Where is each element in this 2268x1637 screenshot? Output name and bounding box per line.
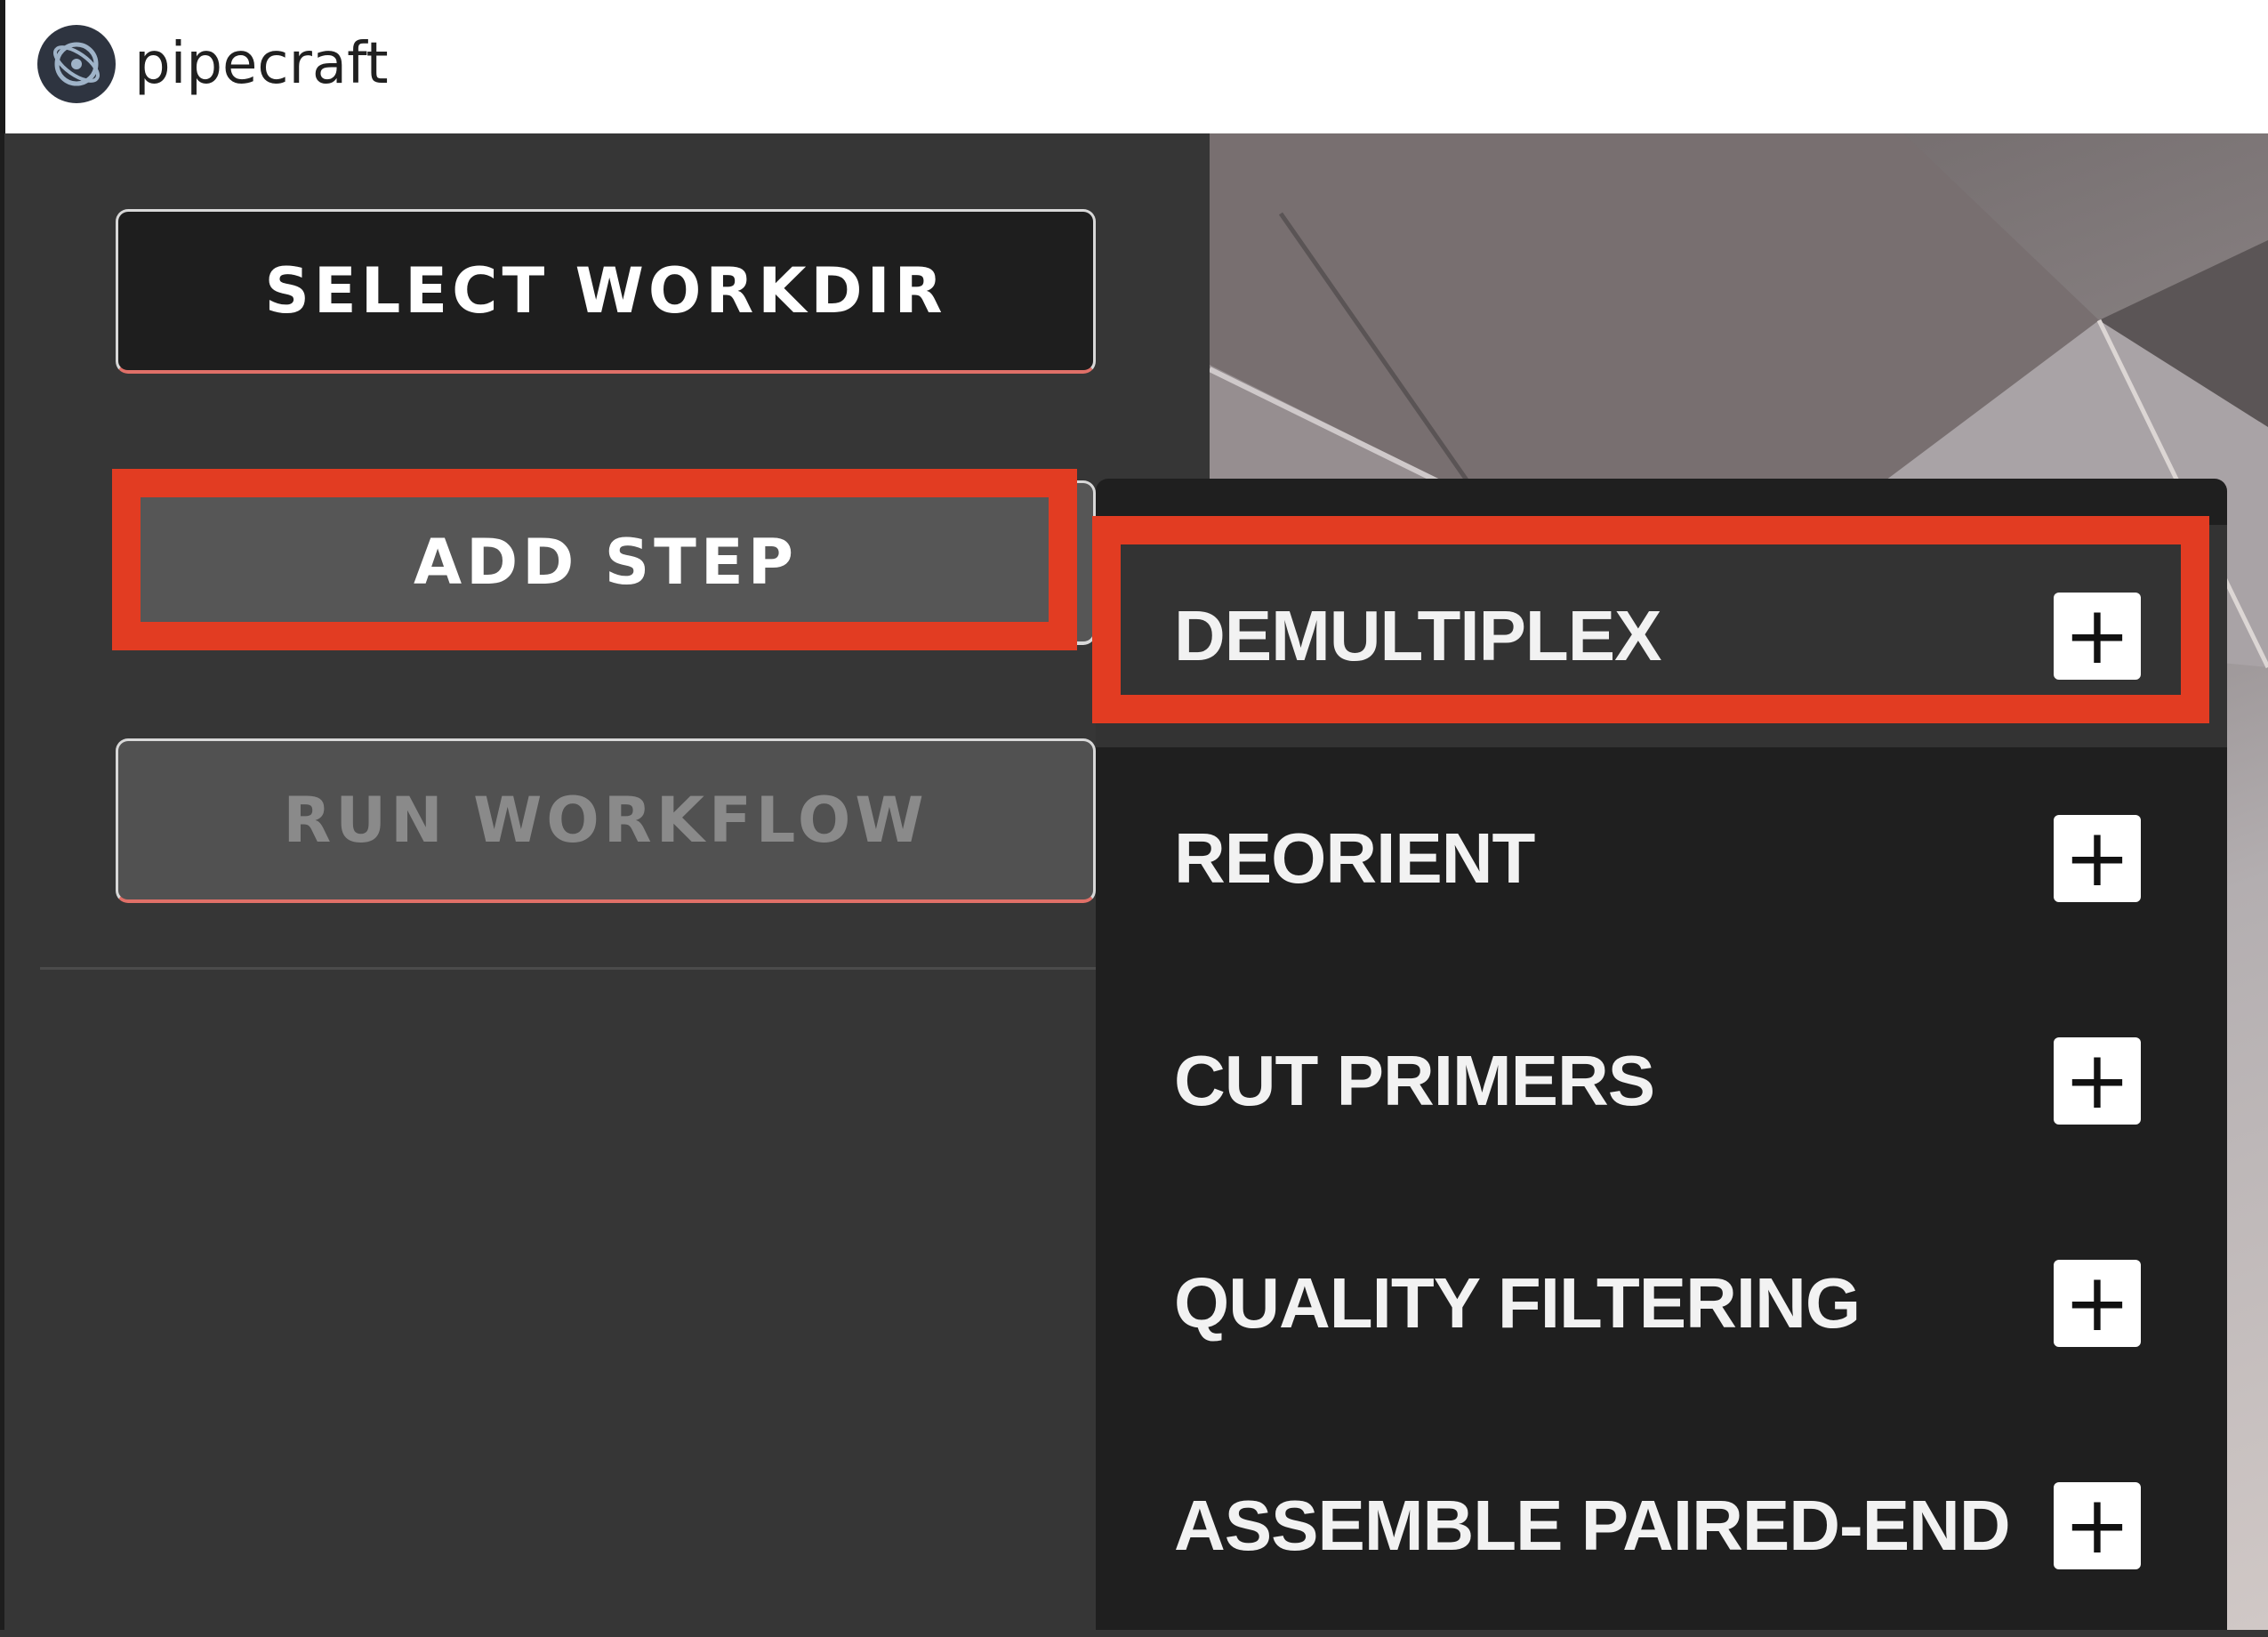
menu-item-cut-primers[interactable]: CUT PRIMERS +: [1096, 970, 2227, 1192]
window-left-edge: [0, 133, 4, 1630]
menu-item-label: CUT PRIMERS: [1174, 1041, 1655, 1120]
sidebar-divider: [40, 967, 1098, 970]
menu-item-label: REORIENT: [1174, 818, 1535, 898]
app-title: pipecraft: [134, 31, 389, 97]
menu-item-label: ASSEMBLE PAIRED-END: [1174, 1486, 2011, 1565]
run-workflow-button[interactable]: RUN WORKFLOW: [116, 738, 1096, 903]
highlight-box-add-step: [112, 469, 1077, 650]
menu-item-quality-filtering[interactable]: QUALITY FILTERING +: [1096, 1192, 2227, 1415]
plus-icon[interactable]: +: [2054, 1260, 2141, 1347]
menu-item-assemble-paired-end[interactable]: ASSEMBLE PAIRED-END +: [1096, 1415, 2227, 1637]
plus-icon[interactable]: +: [2054, 815, 2141, 902]
title-bar: pipecraft: [0, 0, 2268, 133]
select-workdir-button[interactable]: SELECT WORKDIR: [116, 209, 1096, 374]
pipecraft-logo-icon: [37, 25, 116, 103]
menu-item-label: QUALITY FILTERING: [1174, 1263, 1861, 1343]
highlight-box-demultiplex: [1092, 516, 2209, 723]
menu-item-reorient[interactable]: REORIENT +: [1096, 747, 2227, 970]
plus-icon[interactable]: +: [2054, 1482, 2141, 1569]
plus-icon[interactable]: +: [2054, 1037, 2141, 1125]
